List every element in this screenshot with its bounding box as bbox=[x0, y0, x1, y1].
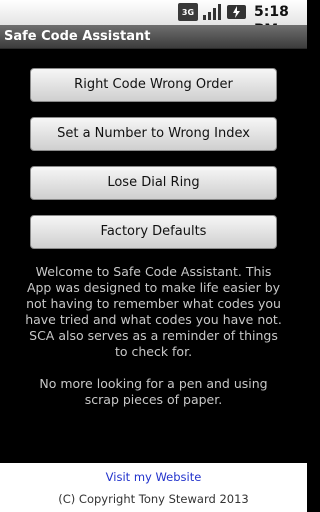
network-3g-icon: 3G bbox=[178, 3, 198, 21]
signal-strength-icon bbox=[203, 4, 221, 20]
lose-dial-ring-button[interactable]: Lose Dial Ring bbox=[30, 166, 277, 200]
network-label: 3G bbox=[182, 8, 194, 17]
status-bar: 3G 5:18 PM bbox=[0, 0, 307, 38]
app-title: Safe Code Assistant bbox=[4, 29, 151, 44]
right-code-wrong-order-button[interactable]: Right Code Wrong Order bbox=[30, 68, 277, 102]
battery-icon bbox=[227, 5, 246, 19]
website-link[interactable]: Visit my Website bbox=[0, 470, 307, 484]
factory-defaults-button[interactable]: Factory Defaults bbox=[30, 215, 277, 249]
title-bar: Safe Code Assistant bbox=[0, 25, 307, 49]
welcome-text: Welcome to Safe Code Assistant. This App… bbox=[22, 264, 285, 408]
footer: Visit my Website (C) Copyright Tony Stew… bbox=[0, 463, 307, 512]
set-number-wrong-index-button[interactable]: Set a Number to Wrong Index bbox=[30, 117, 277, 151]
welcome-paragraph-1: Welcome to Safe Code Assistant. This App… bbox=[25, 264, 282, 359]
copyright-text: (C) Copyright Tony Steward 2013 bbox=[58, 492, 249, 506]
welcome-paragraph-2: No more looking for a pen and using scra… bbox=[39, 376, 268, 407]
